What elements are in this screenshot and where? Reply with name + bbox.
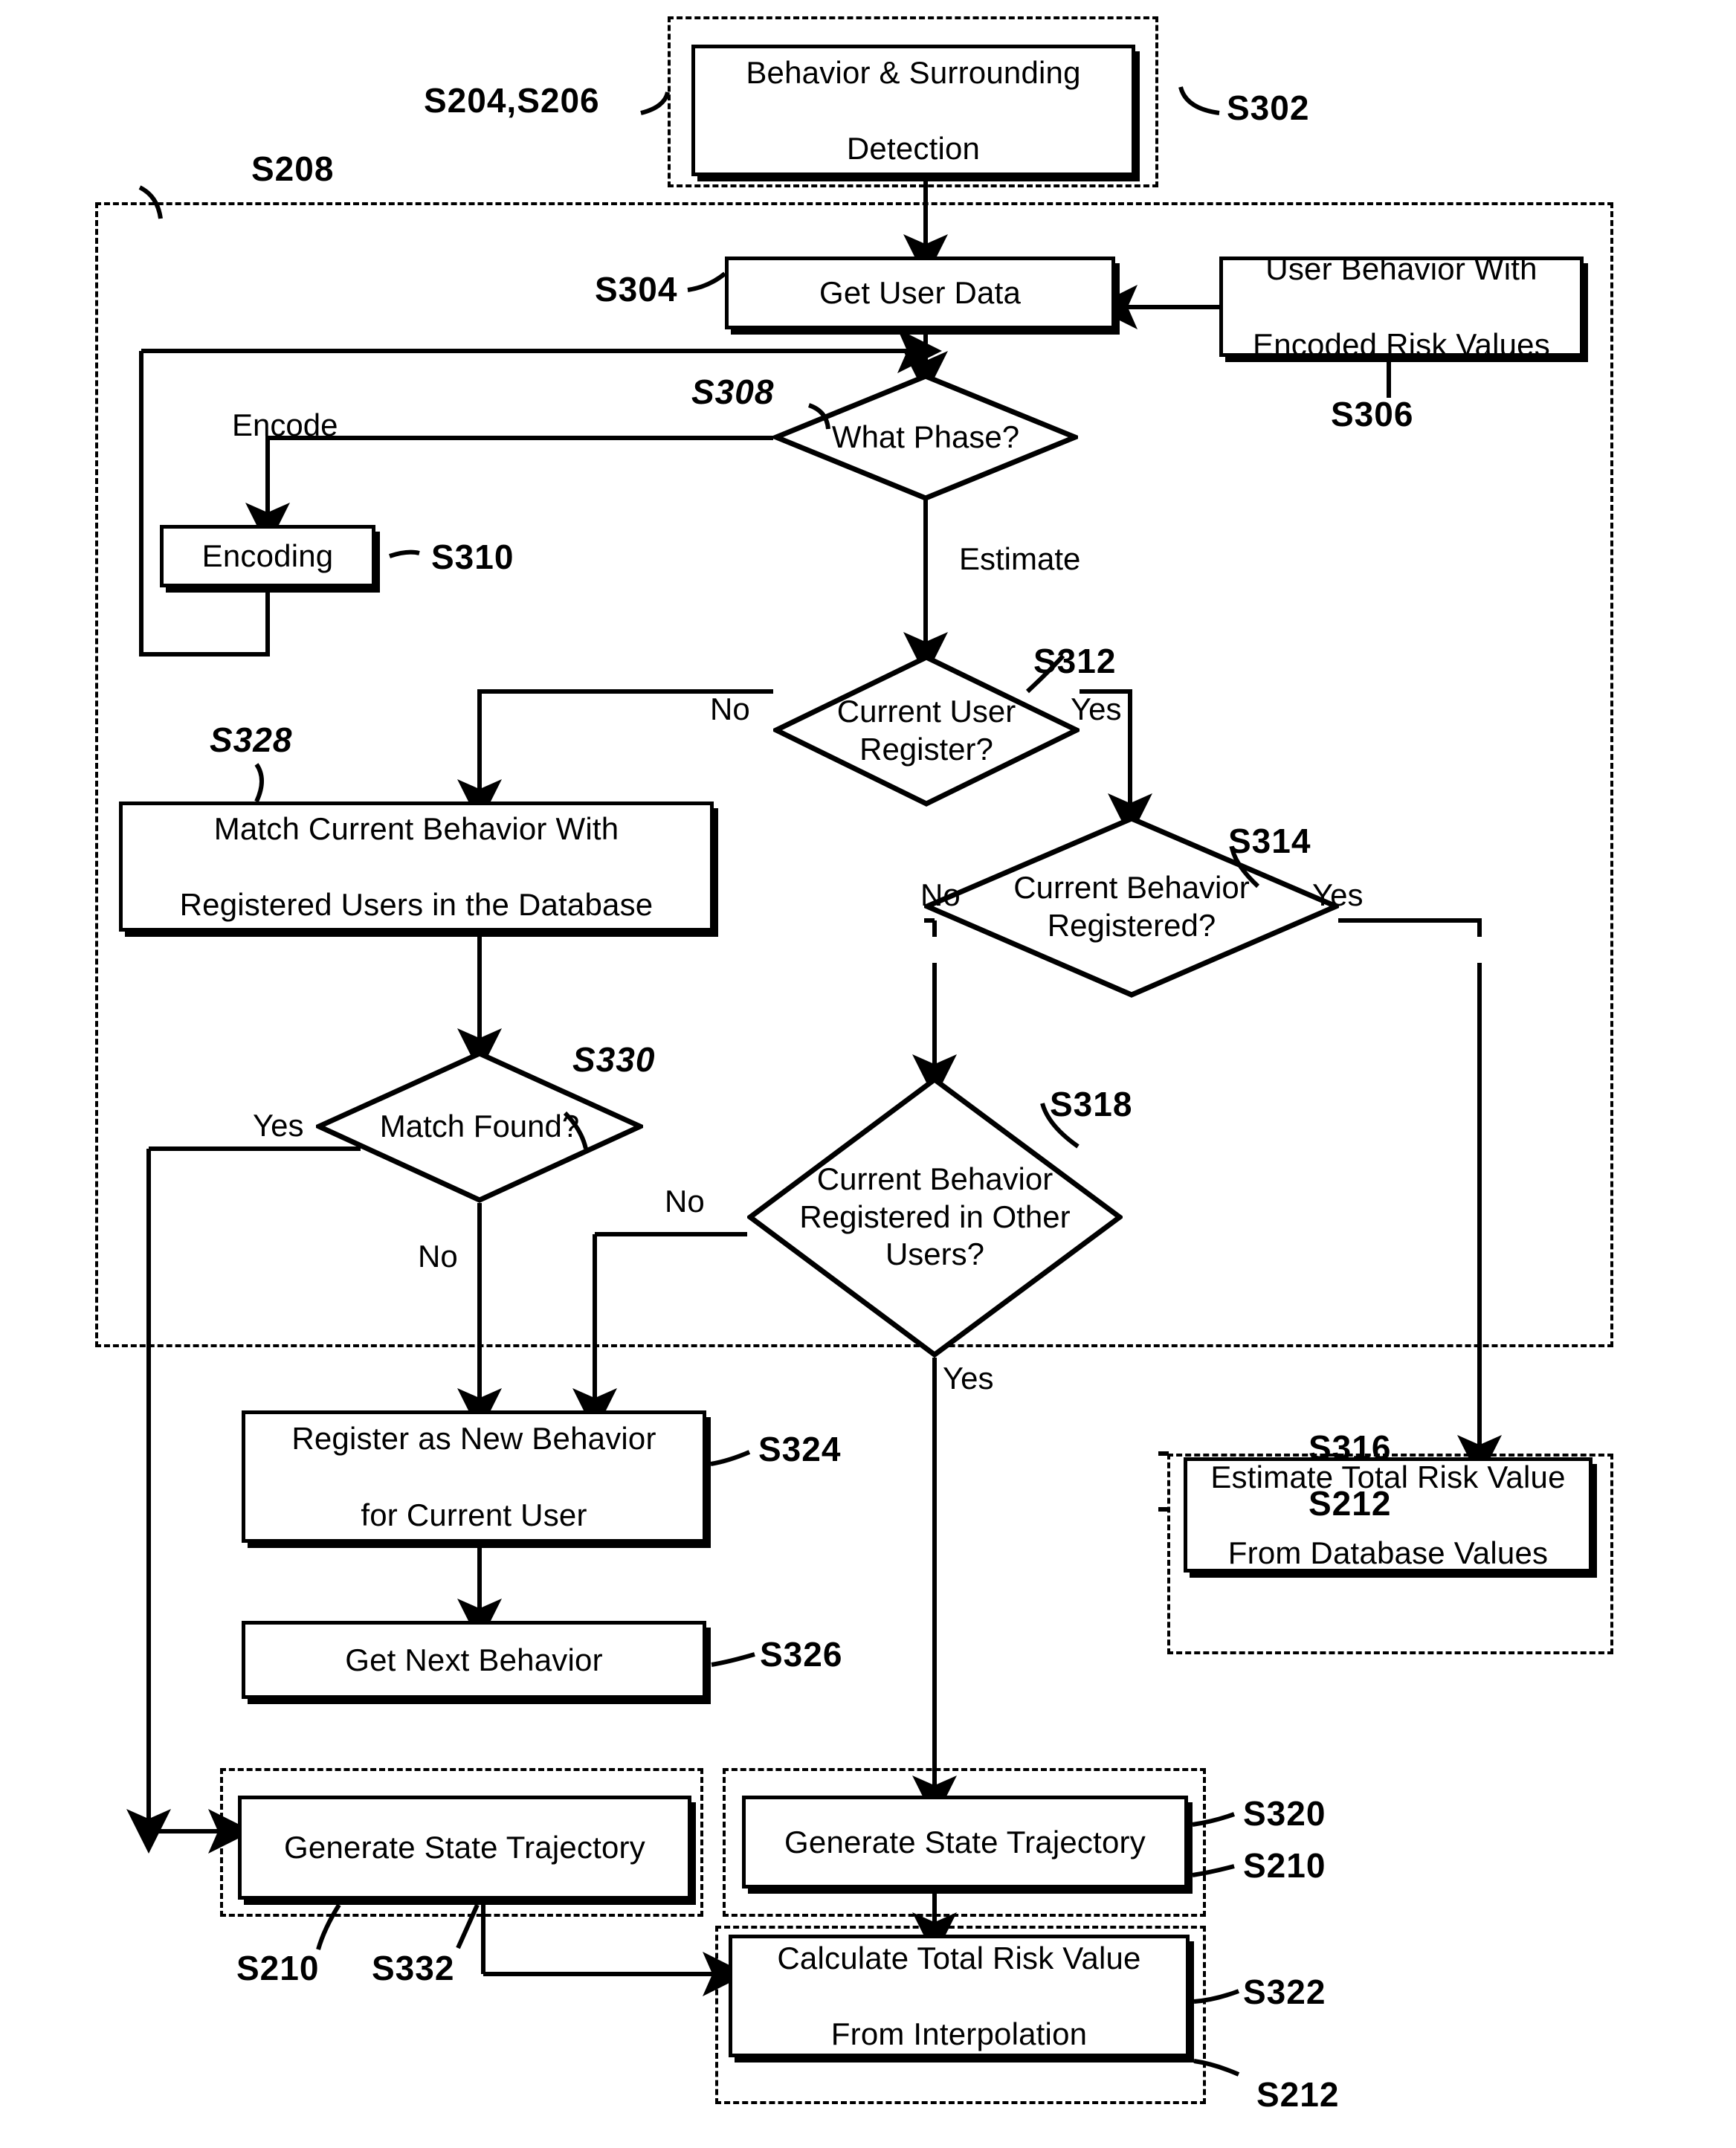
- ref-s322: S322: [1243, 1973, 1326, 2011]
- ref-s326: S326: [760, 1635, 843, 1674]
- ref-s210-left: S210: [236, 1949, 320, 1987]
- edge-label-s318-yes: Yes: [943, 1361, 994, 1396]
- ref-s310: S310: [431, 538, 514, 576]
- ref-s318: S318: [1050, 1085, 1133, 1123]
- edge-label-s330-no: No: [418, 1239, 458, 1274]
- ref-s208: S208: [251, 149, 335, 188]
- ref-s312: S312: [1033, 642, 1117, 680]
- ref-s204-s206: S204,S206: [424, 81, 600, 120]
- ref-s212-calculate: S212: [1256, 2075, 1340, 2114]
- edge-label-s318-no: No: [665, 1184, 705, 1219]
- ref-s210-right: S210: [1243, 1846, 1326, 1885]
- ref-s320: S320: [1243, 1794, 1326, 1833]
- edge-label-s314-yes: Yes: [1312, 877, 1364, 912]
- patent-figure-sheet: Behavior & Surrounding Detection Get User…: [0, 0, 1736, 2148]
- ref-s308: S308: [691, 372, 775, 411]
- ref-s316: S316: [1309, 1428, 1392, 1467]
- ref-s302: S302: [1227, 88, 1310, 127]
- edge-label-s330-yes: Yes: [253, 1108, 304, 1143]
- edge-label-encode: Encode: [232, 407, 338, 442]
- leader-lines: [138, 86, 1391, 2077]
- ref-s328: S328: [210, 720, 293, 759]
- ref-s324: S324: [758, 1430, 842, 1468]
- edge-label-s312-yes: Yes: [1071, 691, 1122, 726]
- ref-s330: S330: [572, 1040, 656, 1079]
- ref-s306: S306: [1331, 395, 1414, 433]
- edge-label-s314-no: No: [920, 877, 961, 912]
- edge-label-s312-no: No: [710, 691, 750, 726]
- ref-s332: S332: [372, 1949, 455, 1987]
- ref-s314: S314: [1228, 822, 1311, 860]
- edge-label-estimate: Estimate: [959, 541, 1081, 576]
- ref-s304: S304: [595, 270, 678, 309]
- ref-s212-estimate: S212: [1309, 1484, 1392, 1523]
